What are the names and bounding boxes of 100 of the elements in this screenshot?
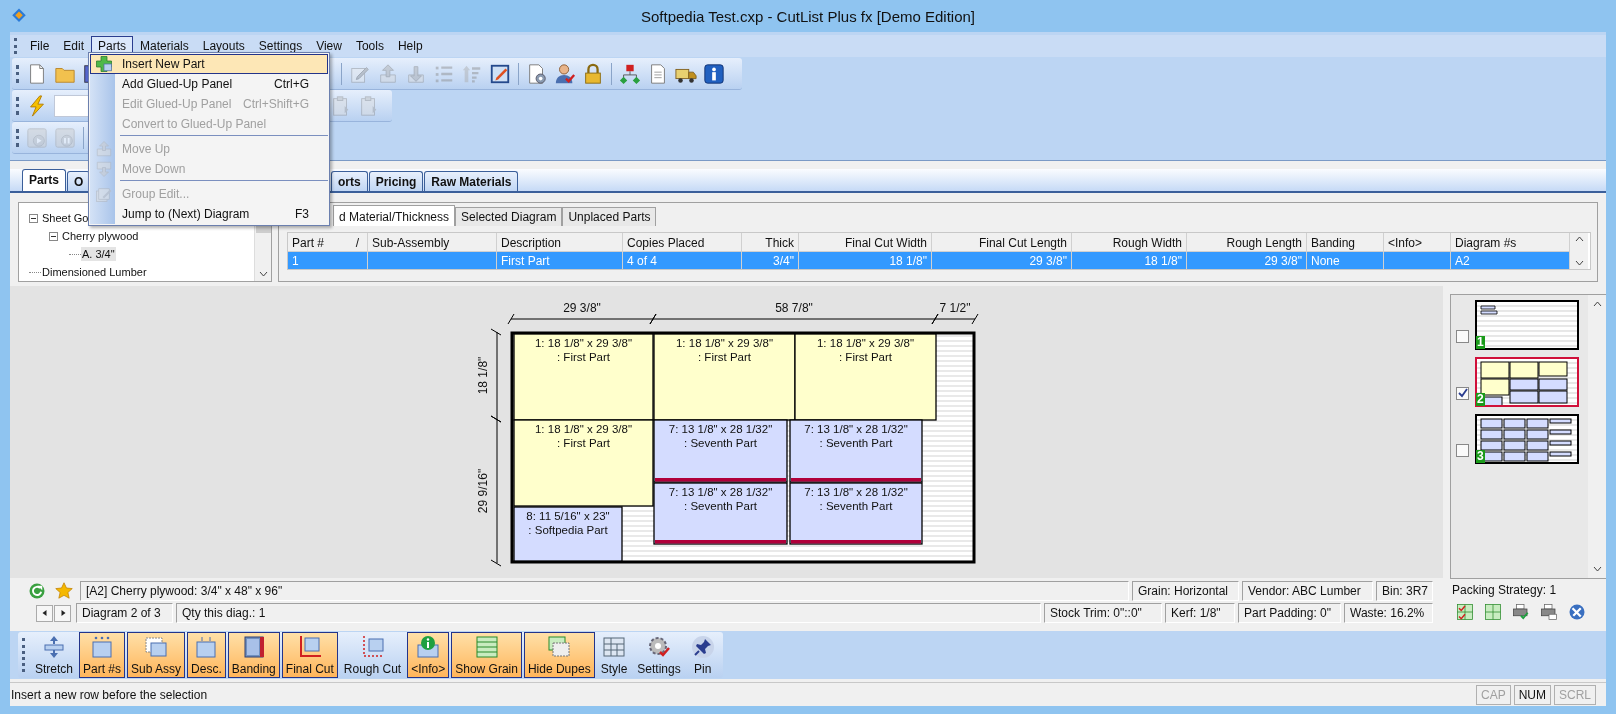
toolbar-button[interactable]: Banding: [227, 632, 280, 678]
scroll-down-icon[interactable]: [258, 271, 268, 277]
toolbar-button[interactable]: Show Grain: [451, 632, 522, 678]
part-block[interactable]: 1: 18 1/8" x 29 3/8" : First Part: [513, 419, 654, 507]
toolbar-button[interactable]: Hide Dupes: [523, 632, 595, 678]
toolbar-button[interactable]: Pin: [686, 632, 719, 678]
grain-field: Grain: Horizontal: [1132, 581, 1239, 601]
dimension-label: 29 9/16": [476, 468, 490, 514]
scroll-down-icon[interactable]: [1574, 260, 1584, 266]
part-block[interactable]: 7: 13 1/8" x 28 1/32" : Seventh Part: [789, 482, 923, 545]
tree-item[interactable]: Cherry plywood: [61, 229, 140, 243]
scroll-up-icon[interactable]: [1574, 236, 1584, 242]
tab[interactable]: Parts: [22, 169, 67, 191]
tab[interactable]: Raw Materials: [424, 171, 519, 191]
column-header[interactable]: Part #: [292, 236, 324, 251]
grid-icon[interactable]: [1484, 603, 1502, 621]
resize-arrows-icon: [42, 635, 66, 659]
column-header[interactable]: Sub-Assembly: [368, 233, 497, 252]
refresh-icon[interactable]: [28, 582, 46, 600]
column-header[interactable]: <Info>: [1384, 233, 1451, 252]
toolbar-button[interactable]: <Info>: [407, 632, 450, 678]
next-button[interactable]: [54, 604, 71, 622]
checkbox[interactable]: [1456, 443, 1469, 457]
scrollbar[interactable]: [1570, 233, 1588, 269]
layout-thumbnail[interactable]: 2: [1475, 357, 1579, 407]
layout-thumbnail[interactable]: 1: [1475, 300, 1579, 350]
checkbox[interactable]: [1456, 386, 1469, 400]
menu-item[interactable]: Edit: [56, 36, 92, 56]
tab[interactable]: O: [67, 171, 91, 191]
toolbar-button[interactable]: Rough Cut: [339, 632, 406, 678]
toolbar-button[interactable]: Style: [596, 632, 632, 678]
part-block[interactable]: 7: 13 1/8" x 28 1/32" : Seventh Part: [789, 419, 923, 483]
toolbar-button[interactable]: Part #s: [79, 632, 126, 678]
toolbar-button[interactable]: Final Cut: [281, 632, 338, 678]
check-grid-icon[interactable]: [1456, 603, 1474, 621]
star-icon[interactable]: [55, 582, 73, 600]
scrollbar[interactable]: [1588, 295, 1606, 578]
column-header[interactable]: Rough Width: [1072, 233, 1187, 252]
previous-button[interactable]: [36, 604, 53, 622]
info-icon[interactable]: [703, 62, 725, 85]
tab[interactable]: d Material/Thickness: [333, 205, 456, 226]
tab[interactable]: orts: [331, 171, 368, 191]
column-header[interactable]: Final Cut Length: [932, 233, 1072, 252]
part-block[interactable]: 7: 13 1/8" x 28 1/32" : Seventh Part: [653, 419, 788, 483]
collapse-icon[interactable]: [29, 213, 38, 223]
hierarchy-icon[interactable]: [619, 62, 641, 85]
column-header[interactable]: Banding: [1307, 233, 1384, 252]
part-block[interactable]: 8: 11 5/16" x 23" : Softpedia Part: [513, 506, 623, 562]
checkbox[interactable]: [1456, 329, 1469, 343]
part-block[interactable]: 1: 18 1/8" x 29 3/8" : First Part: [794, 333, 937, 421]
menu-item[interactable]: View: [309, 36, 349, 56]
column-header[interactable]: Diagram #s: [1451, 233, 1570, 252]
part-block[interactable]: 1: 18 1/8" x 29 3/8" : First Part: [513, 333, 654, 421]
table-cell: 4 of 4: [623, 252, 742, 269]
edit-icon[interactable]: [489, 62, 511, 85]
menu-item[interactable]: Jump to (Next) Diagram F3: [90, 204, 328, 224]
column-header[interactable]: Description: [497, 233, 623, 252]
part-padding-field: Part Padding: 0": [1238, 603, 1341, 623]
column-header[interactable]: Final Cut Width: [799, 233, 932, 252]
column-header[interactable]: Thick: [742, 233, 799, 252]
scroll-down-icon[interactable]: [1592, 566, 1602, 572]
part-block[interactable]: 7: 13 1/8" x 28 1/32" : Seventh Part: [653, 482, 788, 545]
menu-item[interactable]: File: [23, 36, 57, 56]
menu-item[interactable]: Materials: [133, 36, 196, 56]
toolbar-button[interactable]: Stretch: [31, 632, 77, 678]
toolbar-button[interactable]: Settings: [633, 632, 685, 678]
cut-corner-icon: [297, 635, 322, 659]
stock-description: [A2] Cherry plywood: 3/4" x 48" x 96": [80, 581, 1129, 601]
move-up-icon: [94, 140, 113, 158]
layout-thumbnail[interactable]: 3: [1475, 414, 1579, 464]
pushpin-icon: [690, 635, 715, 659]
printer-icon[interactable]: [1540, 603, 1558, 621]
tab[interactable]: Pricing: [368, 171, 424, 191]
menu-item[interactable]: Help: [390, 36, 430, 56]
column-header[interactable]: Rough Length: [1187, 233, 1307, 252]
tree-item[interactable]: Sheet Go: [41, 211, 90, 225]
user-check-icon[interactable]: [554, 62, 576, 85]
scroll-up-icon[interactable]: [1592, 301, 1602, 307]
tab[interactable]: Selected Diagram: [455, 207, 563, 226]
document-gear-icon[interactable]: [526, 62, 548, 85]
part-block[interactable]: 1: 18 1/8" x 29 3/8" : First Part: [653, 333, 796, 421]
toolbar-button[interactable]: Sub Assy: [127, 632, 186, 678]
tree-item[interactable]: A. 3/4": [81, 247, 116, 261]
menu-item[interactable]: Add Glued-Up Panel Ctrl+G: [90, 74, 328, 94]
menu-item[interactable]: Tools: [348, 36, 391, 56]
column-header[interactable]: Copies Placed: [623, 233, 742, 252]
table-cell: None: [1307, 252, 1384, 269]
vendor-field: Vendor: ABC Lumber: [1242, 581, 1373, 601]
toolbar-button[interactable]: Desc.: [187, 632, 226, 678]
diagram-number: 3: [1476, 450, 1485, 463]
table-cell: 29 3/8": [932, 252, 1072, 269]
tab[interactable]: Unplaced Parts: [562, 207, 657, 226]
printer-check-icon[interactable]: [1512, 603, 1530, 621]
menu-item[interactable]: Layouts: [195, 36, 252, 56]
menu-item[interactable]: Insert New Part: [90, 54, 328, 74]
collapse-icon[interactable]: [49, 231, 58, 241]
tree-item[interactable]: Dimensioned Lumber: [41, 265, 148, 279]
bin-field: Bin: 3R7: [1376, 581, 1433, 601]
menu-item[interactable]: Settings: [251, 36, 310, 56]
lock-icon[interactable]: [582, 62, 604, 85]
